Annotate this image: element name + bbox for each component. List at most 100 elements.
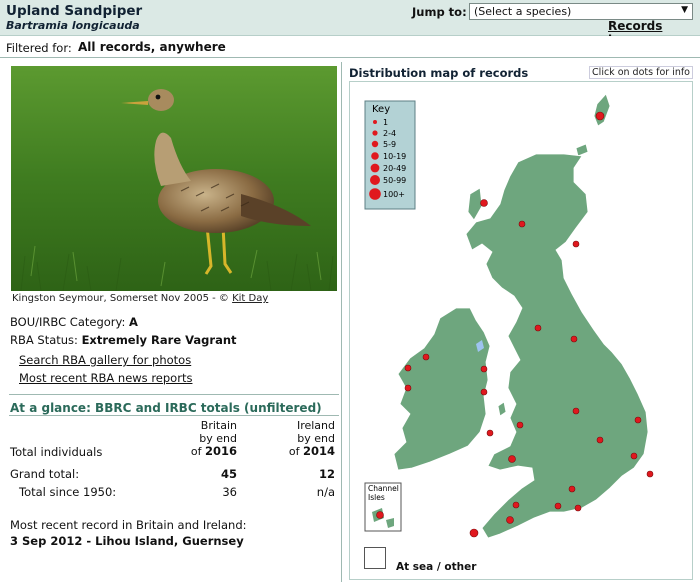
category-value: A [129, 315, 138, 329]
key-label: 20-49 [383, 164, 406, 173]
key-label: 5-9 [383, 140, 396, 149]
section-divider [9, 415, 339, 416]
map-key: Key 1 2-4 5-9 10-19 20-49 50-99 100+ [364, 100, 416, 210]
great-britain-shape [465, 153, 649, 539]
recent-record-value: 3 Sep 2012 - Lihou Island, Guernsey [10, 534, 244, 548]
key-label: 100+ [383, 190, 405, 199]
uk-ireland-map: Key 1 2-4 5-9 10-19 20-49 50-99 100+ Cha… [364, 93, 654, 539]
ireland-header-line: Ireland [296, 419, 335, 432]
channel-isles-label: Isles [368, 493, 385, 502]
species-name: Upland Sandpiper [6, 3, 143, 19]
shetland-shape [593, 93, 611, 127]
hebrides-shape [467, 187, 483, 221]
since-1950-britain: 36 [222, 485, 237, 499]
record-dot[interactable] [646, 470, 654, 478]
grand-total-ireland: 12 [318, 467, 335, 481]
map-title: Distribution map of records [349, 66, 529, 80]
total-individuals-label: Total individuals [10, 445, 103, 459]
record-dot[interactable] [572, 240, 580, 248]
jump-to-label: Jump to: [412, 5, 467, 19]
record-dot[interactable] [422, 353, 430, 361]
ireland-header-year: 2014 [302, 444, 335, 458]
grand-total-britain: 45 [220, 467, 237, 481]
category-label: BOU/IRBC Category: [10, 315, 126, 329]
britain-header-line: Britain [200, 419, 237, 432]
isle-of-man-shape [497, 401, 507, 417]
at-sea-label: At sea / other [396, 561, 477, 573]
record-dot[interactable] [512, 501, 520, 509]
record-dot[interactable] [404, 364, 412, 372]
species-info-panel: Kingston Seymour, Somerset Nov 2005 - © … [7, 62, 342, 582]
recent-record-label: Most recent record in Britain and Irelan… [10, 518, 247, 532]
key-label: 10-19 [383, 152, 406, 161]
bird-photo [11, 66, 337, 291]
glance-title: At a glance: BBRC and IRBC totals (unfil… [10, 401, 322, 415]
record-dot[interactable] [480, 388, 488, 396]
key-title: Key [372, 104, 390, 115]
key-label: 2-4 [383, 129, 396, 138]
key-dot-3 [371, 140, 379, 148]
key-dot-1 [373, 120, 377, 124]
click-info-hint: Click on dots for info [589, 66, 693, 79]
distribution-map: Key 1 2-4 5-9 10-19 20-49 50-99 100+ Cha… [349, 81, 693, 580]
orkney-shape [575, 143, 589, 157]
record-dot[interactable] [596, 436, 604, 444]
grand-total-label: Grand total: [10, 467, 80, 481]
latin-name: Bartramia longicauda [6, 19, 140, 32]
key-dot-2 [372, 130, 378, 136]
news-link[interactable]: Most recent RBA news reports [19, 371, 192, 385]
key-dot-4 [371, 152, 379, 160]
record-dot[interactable] [469, 528, 479, 538]
record-dot[interactable] [480, 199, 488, 207]
section-divider [9, 394, 339, 395]
filter-value: All records, anywhere [78, 40, 226, 54]
record-dot[interactable] [595, 111, 605, 121]
britain-header-year: 2016 [204, 444, 237, 458]
record-dot[interactable] [630, 452, 638, 460]
distribution-map-panel: Distribution map of records Click on dot… [345, 62, 697, 582]
species-select[interactable]: (Select a species) ▼ [469, 3, 693, 20]
record-dot[interactable] [572, 407, 580, 415]
photo-credit-link[interactable]: Kit Day [232, 293, 268, 304]
record-dot[interactable] [404, 384, 412, 392]
status-label: RBA Status: [10, 333, 78, 347]
gallery-link[interactable]: Search RBA gallery for photos [19, 353, 191, 367]
species-select-value: (Select a species) [474, 5, 572, 18]
ireland-header-line: of [288, 445, 300, 458]
record-dot[interactable] [376, 511, 384, 519]
record-dot[interactable] [480, 365, 488, 373]
record-dot[interactable] [570, 335, 578, 343]
since-1950-label: Total since 1950: [19, 485, 117, 499]
ireland-column-header: Ireland by end of 2014 [265, 419, 335, 458]
record-dot[interactable] [508, 455, 516, 463]
at-sea-box[interactable] [364, 547, 386, 569]
britain-header-line: of [190, 445, 202, 458]
record-dot[interactable] [554, 502, 562, 510]
status-line: RBA Status: Extremely Rare Vagrant [10, 333, 237, 347]
sandpiper-image [11, 66, 337, 291]
filter-label: Filtered for: [6, 41, 72, 55]
photo-caption: Kingston Seymour, Somerset Nov 2005 - © … [12, 293, 268, 304]
chevron-down-icon: ▼ [681, 5, 688, 15]
record-dot[interactable] [534, 324, 542, 332]
britain-column-header: Britain by end of 2016 [167, 419, 237, 458]
channel-isles-label: Channel [368, 484, 399, 493]
key-label: 50-99 [383, 176, 406, 185]
key-dot-5 [370, 163, 380, 173]
key-dot-6 [370, 175, 380, 185]
record-dot[interactable] [516, 421, 524, 429]
species-header: Upland Sandpiper Bartramia longicauda Ju… [0, 0, 700, 47]
record-dot[interactable] [568, 485, 576, 493]
category-line: BOU/IRBC Category: A [10, 315, 138, 329]
record-dot[interactable] [518, 220, 526, 228]
record-dot[interactable] [486, 429, 494, 437]
key-dot-7 [369, 188, 381, 200]
record-dot[interactable] [634, 416, 642, 424]
filter-bar: Filtered for: All records, anywhere [0, 36, 700, 58]
since-1950-ireland: n/a [316, 485, 335, 499]
photo-caption-text: Kingston Seymour, Somerset Nov 2005 - © [12, 293, 233, 304]
record-dot[interactable] [506, 516, 514, 524]
status-value: Extremely Rare Vagrant [81, 333, 237, 347]
key-label: 1 [383, 118, 388, 127]
record-dot[interactable] [574, 504, 582, 512]
